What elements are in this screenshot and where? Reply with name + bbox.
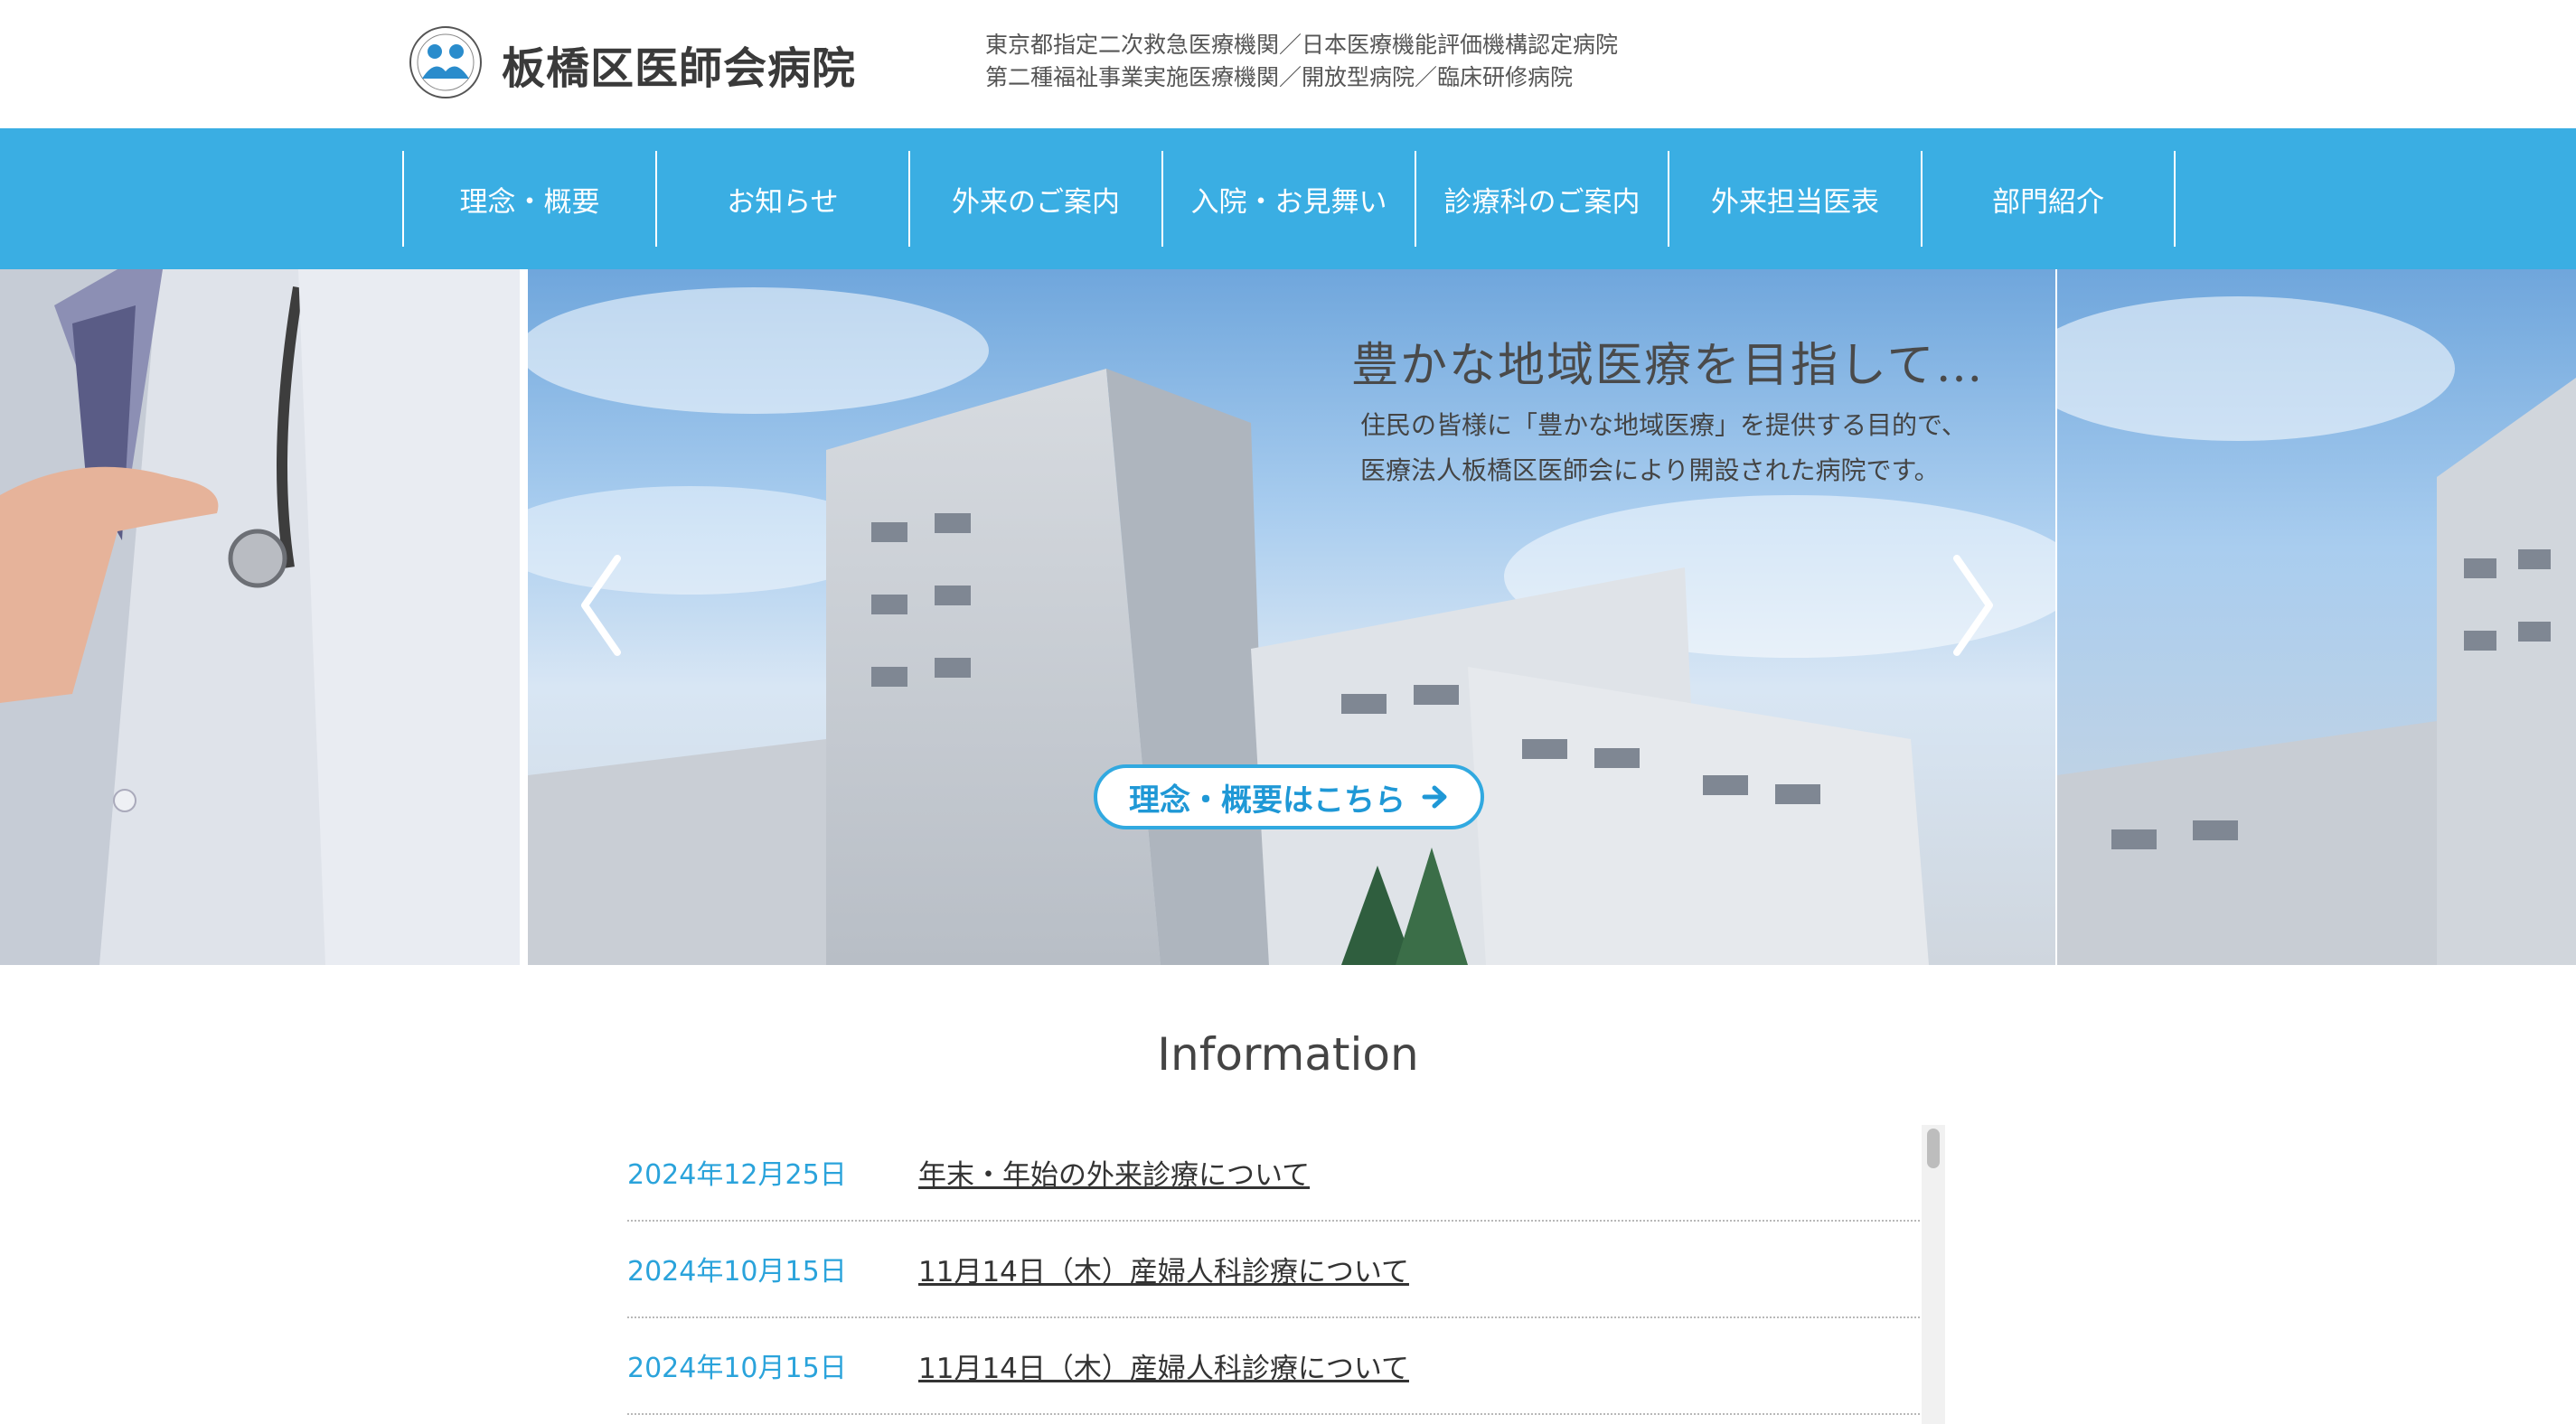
hospital-building-partial-illustration — [2057, 296, 2576, 965]
site-logo-text[interactable]: 板橋区医師会病院 — [502, 33, 856, 96]
information-list: 2024年12月25日 年末・年始の外来診療について 2024年10月15日 1… — [627, 1125, 1920, 1424]
information-title: Information — [1157, 1028, 1419, 1081]
hero-description-line-1: 住民の皆様に「豊かな地域医療」を提供する目的で、 — [1360, 410, 1967, 440]
nav-item-inpatient[interactable]: 入院・お見舞い — [1163, 151, 1416, 247]
designation-line-1: 東京都指定二次救急医療機関／日本医療機能評価機構認定病院 — [985, 32, 1619, 58]
hospital-designations: 東京都指定二次救急医療機関／日本医療機能評価機構認定病院 第二種福祉事業実施医療… — [985, 29, 1618, 94]
nav-item-outpatient[interactable]: 外来のご案内 — [910, 151, 1163, 247]
hero-slider: 豊かな地域医療を目指して… 住民の皆様に「豊かな地域医療」を提供する目的で、 医… — [0, 269, 2576, 965]
news-date: 2024年12月25日 — [627, 1159, 847, 1191]
slide-main-hospital-image: 豊かな地域医療を目指して… 住民の皆様に「豊かな地域医療」を提供する目的で、 医… — [528, 269, 2055, 965]
page: 板橋区医師会病院 東京都指定二次救急医療機関／日本医療機能評価機構認定病院 第二… — [0, 0, 2576, 1424]
hero-description: 住民の皆様に「豊かな地域医療」を提供する目的で、 医療法人板橋区医師会により開設… — [1360, 403, 1967, 493]
news-link[interactable]: 11月14日（木）産婦人科診療について — [918, 1249, 1409, 1289]
nav-item-doctor-schedule[interactable]: 外来担当医表 — [1669, 151, 1923, 247]
arrow-right-icon — [1422, 785, 1447, 809]
cta-label: 理念・概要はこちら — [1129, 782, 1406, 819]
slide-next-hospital-image — [2057, 269, 2576, 965]
news-item: 2024年10月15日 11月14日（木）産婦人科診療について — [627, 1318, 1920, 1415]
doctor-illustration — [0, 269, 520, 965]
slide-prev-doctor-image — [0, 269, 520, 965]
nav-list: 理念・概要 お知らせ 外来のご案内 入院・お見舞い 診療科のご案内 外来担当医表… — [402, 151, 2176, 247]
scrollbar-thumb[interactable] — [1927, 1129, 1940, 1168]
philosophy-cta-button[interactable]: 理念・概要はこちら — [1094, 764, 1484, 829]
news-item: 2024年12月25日 年末・年始の外来診療について — [627, 1125, 1920, 1222]
chevron-right-icon[interactable] — [1946, 551, 2000, 660]
nav-item-divisions[interactable]: 部門紹介 — [1923, 151, 2176, 247]
nav-item-philosophy[interactable]: 理念・概要 — [404, 151, 657, 247]
news-link[interactable]: 年末・年始の外来診療について — [918, 1152, 1310, 1193]
global-nav: 理念・概要 お知らせ 外来のご案内 入院・お見舞い 診療科のご案内 外来担当医表… — [0, 128, 2576, 269]
nav-item-news[interactable]: お知らせ — [657, 151, 910, 247]
information-scrollbar[interactable] — [1922, 1125, 1945, 1424]
hospital-emblem-icon[interactable] — [408, 24, 484, 100]
news-date: 2024年10月15日 — [627, 1256, 847, 1288]
news-date: 2024年10月15日 — [627, 1353, 847, 1384]
chevron-left-icon[interactable] — [574, 551, 628, 660]
hero-headline: 豊かな地域医療を目指して… — [1351, 339, 1985, 393]
site-header: 板橋区医師会病院 東京都指定二次救急医療機関／日本医療機能評価機構認定病院 第二… — [0, 0, 2576, 128]
news-link[interactable]: 11月14日（木）産婦人科診療について — [918, 1345, 1409, 1386]
designation-line-2: 第二種福祉事業実施医療機関／開放型病院／臨床研修病院 — [985, 64, 1574, 90]
news-item: 2024年10月15日 11月14日（木）産婦人科診療について — [627, 1222, 1920, 1318]
nav-item-departments[interactable]: 診療科のご案内 — [1416, 151, 1669, 247]
hero-description-line-2: 医療法人板橋区医師会により開設された病院です。 — [1360, 455, 1940, 485]
